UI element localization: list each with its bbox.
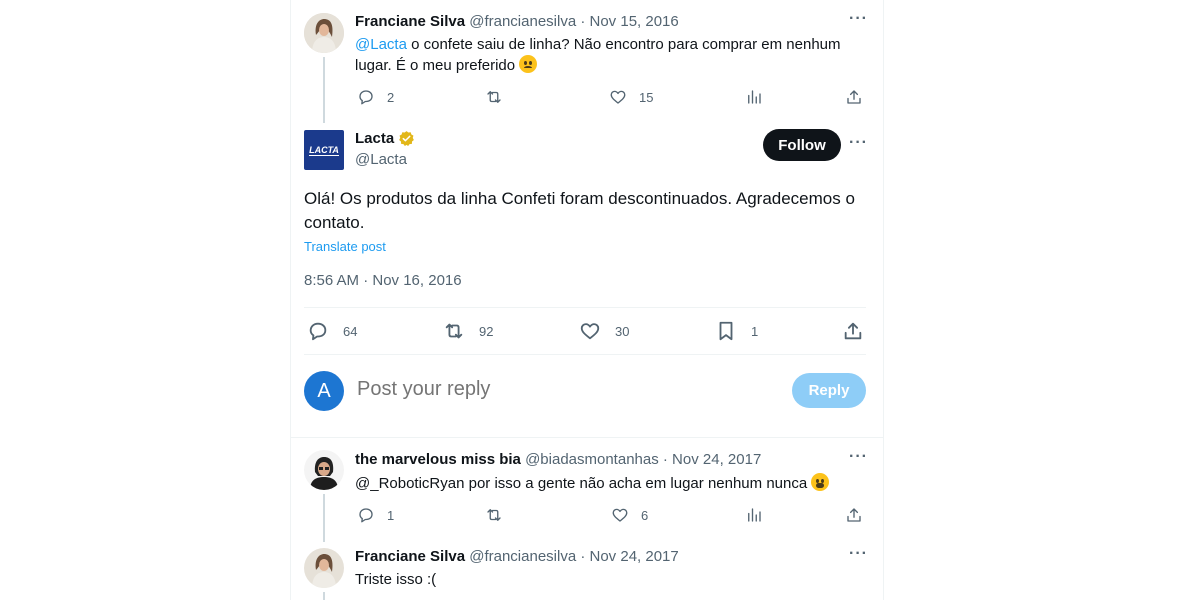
reply-button[interactable]: Reply [792, 373, 866, 408]
mention-link[interactable]: @_RoboticRyan [355, 475, 464, 492]
heart-icon [612, 508, 628, 522]
tweet-text: @_RoboticRyan por isso a gente não acha … [355, 473, 865, 494]
tweet-header: Franciane Silva @francianesilva · Nov 15… [355, 12, 679, 32]
author-name[interactable]: Franciane Silva [355, 548, 465, 565]
avatar-lacta[interactable]: LACTA [304, 130, 344, 170]
repost-icon [487, 509, 501, 521]
reply-action[interactable]: 64 [307, 320, 357, 342]
avatar-franciane[interactable] [304, 548, 344, 588]
bookmark-icon [719, 321, 733, 341]
tweet-header: Franciane Silva @francianesilva · Nov 24… [355, 547, 679, 567]
repost-icon [445, 323, 463, 339]
like-count: 6 [641, 507, 649, 523]
thread-line [323, 592, 325, 600]
sad-face-emoji [519, 55, 538, 73]
views-icon [748, 90, 761, 104]
more-options-icon[interactable]: ··· [849, 134, 868, 152]
lacta-logo: LACTA [309, 144, 339, 156]
more-options-icon[interactable]: ··· [849, 10, 868, 28]
reply-input[interactable] [357, 378, 777, 401]
reply-icon [359, 90, 373, 105]
views-icon [748, 508, 761, 522]
more-options-icon[interactable]: ··· [849, 545, 868, 563]
mention-link[interactable]: @Lacta [355, 36, 407, 53]
author-name[interactable]: Lacta [355, 130, 415, 147]
tweet-text: Triste isso :( [355, 571, 437, 588]
share-action[interactable] [845, 88, 863, 106]
thread-line [323, 57, 325, 123]
tweet-text: @Lacta o confete saiu de linha? Não enco… [355, 36, 841, 74]
author-handle[interactable]: @Lacta [355, 151, 407, 168]
repost-icon [487, 91, 501, 103]
author-meta[interactable]: @biadasmontanhas · Nov 24, 2017 [525, 451, 761, 468]
reply-count: 2 [387, 89, 395, 105]
like-action[interactable]: 6 [611, 506, 648, 524]
views-action[interactable] [745, 88, 763, 106]
repost-action[interactable] [485, 88, 503, 106]
reply-count: 64 [343, 323, 358, 339]
share-action[interactable] [845, 506, 863, 524]
divider [304, 307, 866, 308]
reply-count: 1 [387, 507, 395, 523]
like-count: 15 [639, 89, 654, 105]
like-count: 30 [615, 323, 630, 339]
repost-action[interactable]: 92 [443, 320, 493, 342]
author-name[interactable]: the marvelous miss bia [355, 451, 521, 468]
reply-icon [309, 322, 327, 341]
weary-face-emoji [811, 473, 830, 491]
more-options-icon[interactable]: ··· [849, 448, 868, 466]
follow-button[interactable]: Follow [763, 129, 841, 161]
author-meta[interactable]: @francianesilva · Nov 15, 2016 [469, 13, 679, 30]
divider [291, 437, 883, 438]
tweet-text: Olá! Os produtos da linha Confeti foram … [304, 189, 855, 232]
tweet-header: the marvelous miss bia @biadasmontanhas … [355, 450, 761, 470]
share-action[interactable] [842, 320, 864, 342]
reply-action[interactable]: 2 [357, 88, 394, 106]
heart-icon [610, 90, 626, 104]
tweet-timestamp[interactable]: 8:56 AM · Nov 16, 2016 [304, 272, 462, 289]
thread-line [323, 494, 325, 542]
author-name[interactable]: Franciane Silva [355, 13, 465, 30]
translate-link[interactable]: Translate post [304, 239, 386, 254]
user-avatar[interactable]: A [304, 371, 344, 411]
reply-icon [359, 508, 373, 523]
share-icon [847, 90, 861, 104]
avatar-bia[interactable] [304, 450, 344, 490]
repost-count: 92 [479, 323, 494, 339]
repost-action[interactable] [485, 506, 503, 524]
reply-action[interactable]: 1 [357, 506, 394, 524]
avatar-franciane[interactable] [304, 13, 344, 53]
share-icon [844, 322, 862, 340]
author-meta[interactable]: @francianesilva · Nov 24, 2017 [469, 548, 679, 565]
heart-icon [580, 323, 600, 340]
divider [304, 354, 866, 355]
verified-badge-icon [399, 131, 415, 147]
bookmark-action[interactable]: 1 [715, 320, 758, 342]
like-action[interactable]: 30 [579, 320, 629, 342]
share-icon [847, 508, 861, 522]
bookmark-count: 1 [751, 323, 759, 339]
like-action[interactable]: 15 [609, 88, 653, 106]
views-action[interactable] [745, 506, 763, 524]
